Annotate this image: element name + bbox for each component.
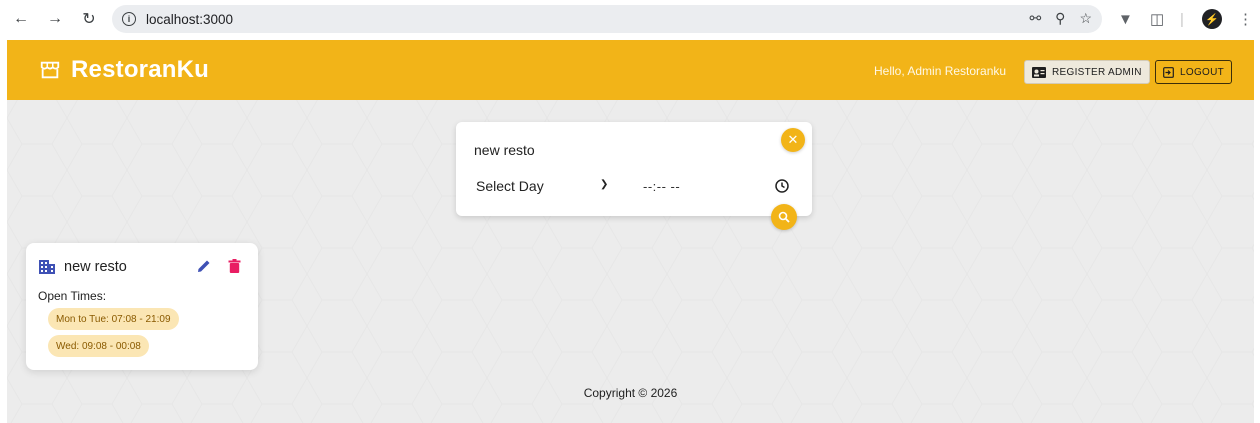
address-bar[interactable]: i localhost:3000 ⚯ ⚲ ☆ [112,5,1102,33]
restaurant-card: new resto Open Times: Mon to Tue: 07:08 … [26,243,258,370]
restaurant-card-header: new resto [38,259,127,275]
open-times-label: Open Times: [38,289,107,303]
app-viewport: RestoranKu Hello, Admin Restoranku REGIS… [7,40,1254,423]
search-button[interactable] [771,204,797,230]
day-select-value: Select Day [476,178,544,194]
open-time-chip: Wed: 09:08 - 00:08 [48,335,149,357]
clock-icon[interactable] [774,178,790,194]
extension-icon[interactable]: ▼ [1118,8,1133,30]
menu-icon[interactable]: ⋮ [1238,8,1253,30]
register-admin-label: REGISTER ADMIN [1052,66,1142,78]
time-input[interactable]: --:-- -- [643,179,680,194]
greeting-text: Hello, Admin Restoranku [874,64,1007,78]
browser-toolbar: ← → ↻ i localhost:3000 ⚯ ⚲ ☆ ▼ ◫ | ⚡ ⋮ [0,0,1260,40]
logout-icon [1163,66,1174,78]
chevron-down-icon: ❯ [600,179,609,190]
brand-title: RestoranKu [71,56,210,83]
toolbar-divider: | [1180,10,1184,28]
footer-copyright: Copyright © 2026 [583,386,678,400]
site-info-icon[interactable]: i [122,12,136,26]
edit-icon[interactable] [197,259,211,273]
brand[interactable]: RestoranKu [39,56,209,84]
url-text[interactable]: localhost:3000 [146,12,233,27]
zoom-icon[interactable]: ⚲ [1055,10,1065,27]
logout-label: LOGOUT [1180,66,1225,78]
open-time-chip: Mon to Tue: 07:08 - 21:09 [48,308,179,330]
search-icon [778,211,790,223]
key-icon[interactable]: ⚯ [1029,10,1041,27]
app-header: RestoranKu Hello, Admin Restoranku REGIS… [7,40,1254,100]
address-bar-actions: ⚯ ⚲ ☆ [1029,10,1092,27]
building-icon [39,260,55,274]
reload-icon[interactable]: ↻ [78,8,100,30]
delete-icon[interactable] [228,259,241,273]
search-card: Select Day ❯ --:-- -- ✕ [456,122,812,230]
store-icon [40,61,60,79]
id-card-icon [1032,66,1046,78]
search-input[interactable] [474,142,774,158]
star-icon[interactable]: ☆ [1079,10,1092,27]
clear-search-button[interactable]: ✕ [781,128,805,152]
close-icon: ✕ [787,132,799,147]
back-icon[interactable]: ← [10,8,32,30]
profile-avatar[interactable]: ⚡ [1202,9,1222,29]
register-admin-button[interactable]: REGISTER ADMIN [1024,60,1150,84]
forward-icon[interactable]: → [44,8,66,30]
puzzle-icon[interactable]: ◫ [1150,8,1164,30]
restaurant-name: new resto [64,259,127,275]
day-select[interactable]: Select Day ❯ [476,178,611,194]
logout-button[interactable]: LOGOUT [1155,60,1233,84]
